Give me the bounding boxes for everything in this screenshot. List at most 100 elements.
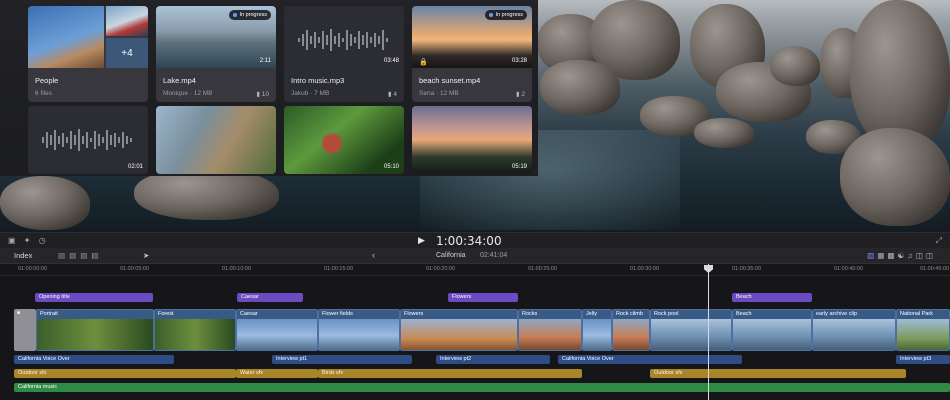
media-card-dusk[interactable]: 05:19 [412,106,532,174]
timeline-tracks[interactable]: 01:00:00:00 01:00:05:00 01:00:10:00 01:0… [0,264,950,400]
video-clip[interactable]: Forest [154,309,236,351]
connect-icon[interactable]: ▤ [58,251,69,260]
skimming-icon[interactable]: ▧ [867,251,877,260]
comment-count-value: 10 [261,91,269,98]
voiceover-clip[interactable]: Interview pt3 [896,355,950,364]
video-clip[interactable]: early archive clip [812,309,896,351]
comment-count[interactable]: ▮ 4 [388,90,397,98]
rock [770,46,820,86]
media-duration: 2:11 [259,58,271,64]
more-people-tile[interactable]: +4 [106,38,148,68]
media-card-name: beach sunset.mp4 [419,76,481,85]
comment-icon: ▮ [387,91,392,98]
play-icon[interactable]: ▶ [418,235,425,246]
fullscreen-icon[interactable]: ⤢ [936,236,942,246]
video-clip[interactable]: Flower fields [318,309,400,351]
gap-clip[interactable]: ■ [14,309,36,351]
sfx-clip[interactable]: Outdoor sfx [14,369,236,378]
ruler-tick: 01:00:10:00 [222,266,252,272]
status-dot-icon [489,12,494,17]
clip-label: National Park [900,311,934,317]
tools-icon[interactable]: ✦ [24,236,34,245]
voiceover-clip[interactable]: California Voice Over [558,355,742,364]
voiceover-clip[interactable]: California Voice Over [14,355,174,364]
timeline-header: Index ▤▤▤▤ ➤ ‹ California 02:41:04 ▧▦▩☯♫… [0,248,950,264]
media-duration: 05:19 [511,164,527,170]
sfx-clip[interactable]: Birds sfx [318,369,582,378]
clip-filmstrip [37,319,153,350]
people-thumbnail-secondary [106,6,148,36]
playhead[interactable] [708,264,709,400]
comment-count[interactable]: ▮ 10 [256,90,269,98]
video-clip[interactable]: Rock climb [612,309,650,351]
video-clip[interactable]: Portrait [36,309,154,351]
status-badge-label: In progress [495,12,523,18]
back-chevron-icon[interactable]: ‹ [372,250,375,260]
insert-icon[interactable]: ▤ [69,251,80,260]
snapping-icon[interactable]: ▦ [877,251,887,260]
media-card-garden[interactable]: 05:10 [284,106,404,174]
media-card-intro-music[interactable]: 03:48 Intro music.mp3 Jakub · 7 MB ▮ 4 [284,6,404,102]
effects-browser-icon[interactable]: ◫ [926,251,936,260]
video-clip[interactable]: Rocks [518,309,582,351]
waveform-icon [42,129,132,151]
clip-label: Jelly [586,311,598,317]
index-button[interactable]: Index [14,251,32,260]
media-card-audio[interactable]: 02:01 [28,106,148,174]
select-tool-icon[interactable]: ➤ [143,251,149,260]
volume-icon[interactable]: ♫ [907,251,916,260]
voiceover-clip[interactable]: Interview pt2 [436,355,550,364]
video-clip[interactable]: Jelly [582,309,612,351]
timecode-display: 1:00:34:00 [436,234,502,248]
media-card-coast[interactable] [156,106,276,174]
ruler-tick: 01:00:35:00 [732,266,762,272]
media-card-lake[interactable]: In progress 2:11 Lake.mp4 Monique · 12 M… [156,6,276,102]
layout-icon[interactable]: ▣ [8,236,19,245]
headphones-icon[interactable]: ☯ [897,251,907,260]
clip-filmstrip [401,319,517,350]
overwrite-icon[interactable]: ▤ [91,251,102,260]
media-card-people[interactable]: +4 People 6 files [28,6,148,102]
clip-appearance-icon[interactable]: ◫ [916,251,926,260]
ruler-tick: 01:00:25:00 [528,266,558,272]
clip-filmstrip [319,319,399,350]
clip-filmstrip [155,319,235,350]
title-clip[interactable]: Beach [732,293,812,302]
title-clip[interactable]: Caesar [237,293,303,302]
rock [540,60,620,115]
timeline-ruler[interactable]: 01:00:00:00 01:00:05:00 01:00:10:00 01:0… [0,264,950,276]
media-card-meta: Jakub · 7 MB [291,90,330,97]
media-card-beach-sunset[interactable]: In progress 🔒 03:28 beach sunset.mp4 Sen… [412,6,532,102]
comment-icon: ▮ [515,91,520,98]
music-clip[interactable]: California music [14,383,950,392]
media-duration: 03:48 [383,58,399,64]
title-clip[interactable]: Flowers [448,293,518,302]
media-duration: 02:01 [127,164,143,170]
sfx-clip[interactable]: Water sfx [236,369,318,378]
video-clip[interactable]: Caesar [236,309,318,351]
video-clip[interactable]: Flowers [400,309,518,351]
viewer-options[interactable]: ▣ ✦ ◷ [8,236,49,245]
title-clip[interactable]: Opening title [35,293,153,302]
solo-icon[interactable]: ▩ [887,251,897,260]
rock [0,176,90,230]
voiceover-clip[interactable]: Interview pt1 [272,355,412,364]
speed-icon[interactable]: ◷ [39,236,49,245]
timeline-view-tools: ▧▦▩☯♫◫◫ [867,251,936,260]
clip-filmstrip [733,319,811,350]
clip-label: Flower fields [322,311,353,317]
people-thumbnail [28,6,104,68]
clip-label: Forest [158,311,174,317]
clip-label: early archive clip [816,311,857,317]
sfx-clip[interactable]: Outdoor sfx [650,369,906,378]
media-card-meta: 6 files [35,90,52,97]
comment-count[interactable]: ▮ 2 [516,90,525,98]
edit-tools: ▤▤▤▤ [58,251,102,260]
ruler-tick: 01:00:40:00 [834,266,864,272]
lock-icon: 🔒 [419,59,428,66]
video-clip[interactable]: Beach [732,309,812,351]
video-clip[interactable]: National Park [896,309,950,351]
video-clip[interactable]: Rock pool [650,309,732,351]
append-icon[interactable]: ▤ [80,251,91,260]
waveform-icon [298,29,388,51]
